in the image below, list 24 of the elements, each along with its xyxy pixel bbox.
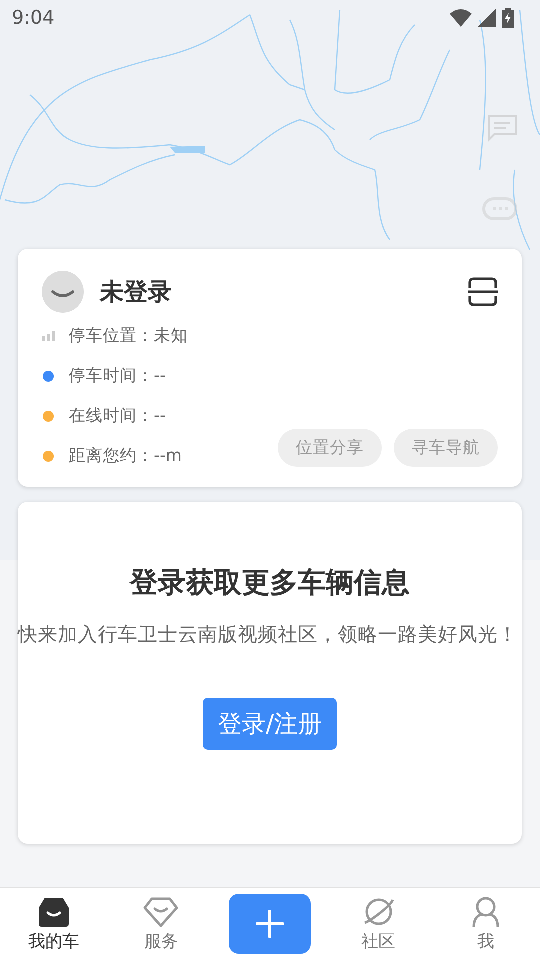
gem-icon xyxy=(143,896,180,928)
nav-tab[interactable]: 我的车 xyxy=(14,896,94,952)
wifi-icon xyxy=(450,9,472,27)
user-name: 未登录 xyxy=(100,277,173,308)
nav-tab[interactable]: 服务 xyxy=(121,896,202,952)
info-text: 停车位置：未知 xyxy=(69,325,188,347)
battery-icon xyxy=(502,8,514,28)
login-title: 登录获取更多车辆信息 xyxy=(130,565,410,601)
signal-icon xyxy=(478,9,496,27)
nav-tab[interactable]: 社区 xyxy=(338,896,419,952)
add-button[interactable] xyxy=(228,894,311,954)
nav-tab[interactable]: 我 xyxy=(446,896,526,952)
action-button[interactable]: 位置分享 xyxy=(278,429,382,467)
info-text: 距离您约：--m xyxy=(69,445,182,467)
login-button[interactable]: 登录/注册 xyxy=(202,698,338,750)
login-message: 快来加入行车卫士云南版视频社区，领略一路美好风光！ xyxy=(18,622,519,648)
info-text: 停车时间：-- xyxy=(69,365,166,387)
signal-bars-icon xyxy=(42,331,55,341)
status-time: 9:04 xyxy=(12,7,55,29)
car-icon xyxy=(36,896,71,928)
action-button[interactable]: 寻车导航 xyxy=(394,429,498,467)
scan-icon[interactable] xyxy=(468,277,498,307)
info-text: 在线时间：-- xyxy=(69,405,166,427)
plus-icon xyxy=(256,910,284,938)
